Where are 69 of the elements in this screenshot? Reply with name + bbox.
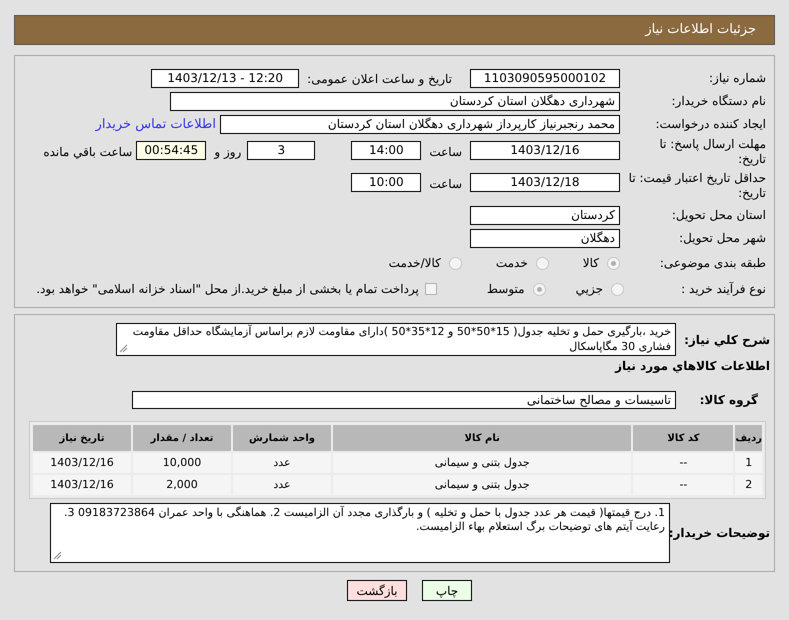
table-cell: 2 — [735, 475, 762, 495]
checkbox[interactable] — [424, 283, 437, 295]
header-title: جزئیات اطلاعات نیاز — [645, 21, 756, 40]
buyer-contact-link[interactable]: اطلاعات تماس خریدار — [96, 114, 216, 134]
radio-button[interactable] — [536, 256, 549, 270]
announcement-field: 1403/12/13 - 12:20 — [151, 69, 300, 88]
section-heading: اطلاعات کالاهاي مورد نیاز — [614, 358, 770, 375]
field-label: استان محل تحویل: — [670, 208, 766, 223]
buyer-org-field: شهرداری دهگلان استان کردستان — [170, 92, 620, 111]
radio-label: کالا — [582, 255, 599, 272]
radio-label: خدمت — [496, 255, 528, 272]
description-field: خرید ،بارگیری حمل و تخلیه جدول( 15*50*50 و 12*35*50 )دارای مقاومت لازم براساس آزمایشگاه حداقل مقاومت فشاری 30 مگاپاسکال — [116, 323, 676, 356]
table-cell: 2,000 — [133, 475, 231, 495]
field-label: گروه کالا: — [698, 392, 759, 409]
field-label: مهلت ارسال پاسخ: تا تاریخ: — [658, 137, 766, 167]
table-cell: 1403/12/16 — [33, 475, 131, 495]
validity-time-field: 10:00 — [351, 173, 422, 192]
validity-date-field: 1403/12/18 — [470, 173, 620, 192]
field-label: ساعت — [429, 176, 462, 193]
radio-button[interactable] — [532, 282, 546, 296]
table-cell: عدد — [233, 453, 331, 473]
column-header: ردیف — [735, 425, 762, 451]
table-cell: جدول بتنی و سیمانی — [333, 475, 632, 495]
field-label: نام دستگاه خریدار: — [670, 94, 766, 109]
reply-time-field: 14:00 — [351, 141, 422, 160]
remaining-time-field: 00:54:45 — [136, 141, 206, 160]
radio-label: کالا/خدمت — [388, 255, 441, 272]
field-label: شهر محل تحویل: — [678, 231, 766, 246]
column-header: تاریخ نیاز — [33, 425, 131, 451]
radio-button[interactable] — [607, 256, 620, 270]
field-label: توضیحات خریدار: — [670, 525, 770, 542]
column-header: کد کالا — [633, 425, 734, 451]
radio-label: متوسط — [486, 281, 525, 298]
checkbox-label: پرداخت تمام یا بخشی از مبلغ خرید.از محل "اسناد خزانه اسلامی" خواهد بود. — [36, 281, 419, 298]
table-cell: -- — [633, 475, 734, 495]
province-field: کردستان — [470, 206, 620, 225]
field-label: تاریخ و ساعت اعلان عمومی: — [307, 70, 452, 88]
reply-date-field: 1403/12/16 — [470, 141, 620, 160]
table-cell: 10,000 — [133, 453, 231, 473]
field-label: حداقل تاریخ اعتبار قیمت: تا تاریخ: — [628, 171, 766, 201]
requester-field: محمد رنجبرنیاز کارپرداز شهرداری دهگلان استان کردستان — [220, 115, 620, 134]
buyer-notes-field: 1. درج قیمتها( قیمت هر عدد جدول با حمل و تخلیه ) و بارگذاری مجدد آن الزامیست 2. هماهنگی با واحد عمران 09183723864 3. رعایت آیتم های توضیحات برگ استعلام بهاء الزامیست. — [50, 503, 670, 563]
field-label: نوع فرآیند خرید : — [680, 282, 766, 296]
radio-label: جزیي — [576, 281, 603, 298]
field-label: ایجاد کننده درخواست: — [654, 117, 766, 132]
radio-button[interactable] — [448, 256, 462, 270]
resize-grip-icon[interactable] — [53, 551, 62, 560]
back-button[interactable]: بازگشت — [347, 580, 407, 601]
column-header: نام کالا — [333, 425, 632, 451]
goods-group-field: تاسیسات و مصالح ساختمانی — [132, 391, 676, 409]
resize-grip-icon[interactable] — [119, 344, 128, 353]
table-cell: 1 — [735, 453, 762, 473]
column-header: تعداد / مقدار — [133, 425, 231, 451]
field-label: شرح کلي نیاز: — [683, 332, 770, 349]
table-cell: جدول بتنی و سیمانی — [333, 453, 632, 473]
column-header: واحد شمارش — [233, 425, 331, 451]
table-cell: -- — [633, 453, 734, 473]
field-label: ساعت باقي مانده — [43, 144, 132, 161]
need-number-field: 1103090595000102 — [470, 69, 620, 88]
field-label: شماره نیاز: — [708, 71, 766, 86]
field-label: روز و — [214, 144, 242, 161]
print-button[interactable]: چاپ — [422, 580, 472, 601]
field-label: ساعت — [429, 144, 462, 161]
radio-button[interactable] — [611, 282, 624, 296]
city-field: دهگلان — [470, 229, 620, 248]
field-label: طبقه بندی موضوعی: — [658, 256, 766, 270]
days-field: 3 — [247, 141, 316, 160]
table-cell: 1403/12/16 — [33, 453, 131, 473]
table-cell: عدد — [233, 475, 331, 495]
